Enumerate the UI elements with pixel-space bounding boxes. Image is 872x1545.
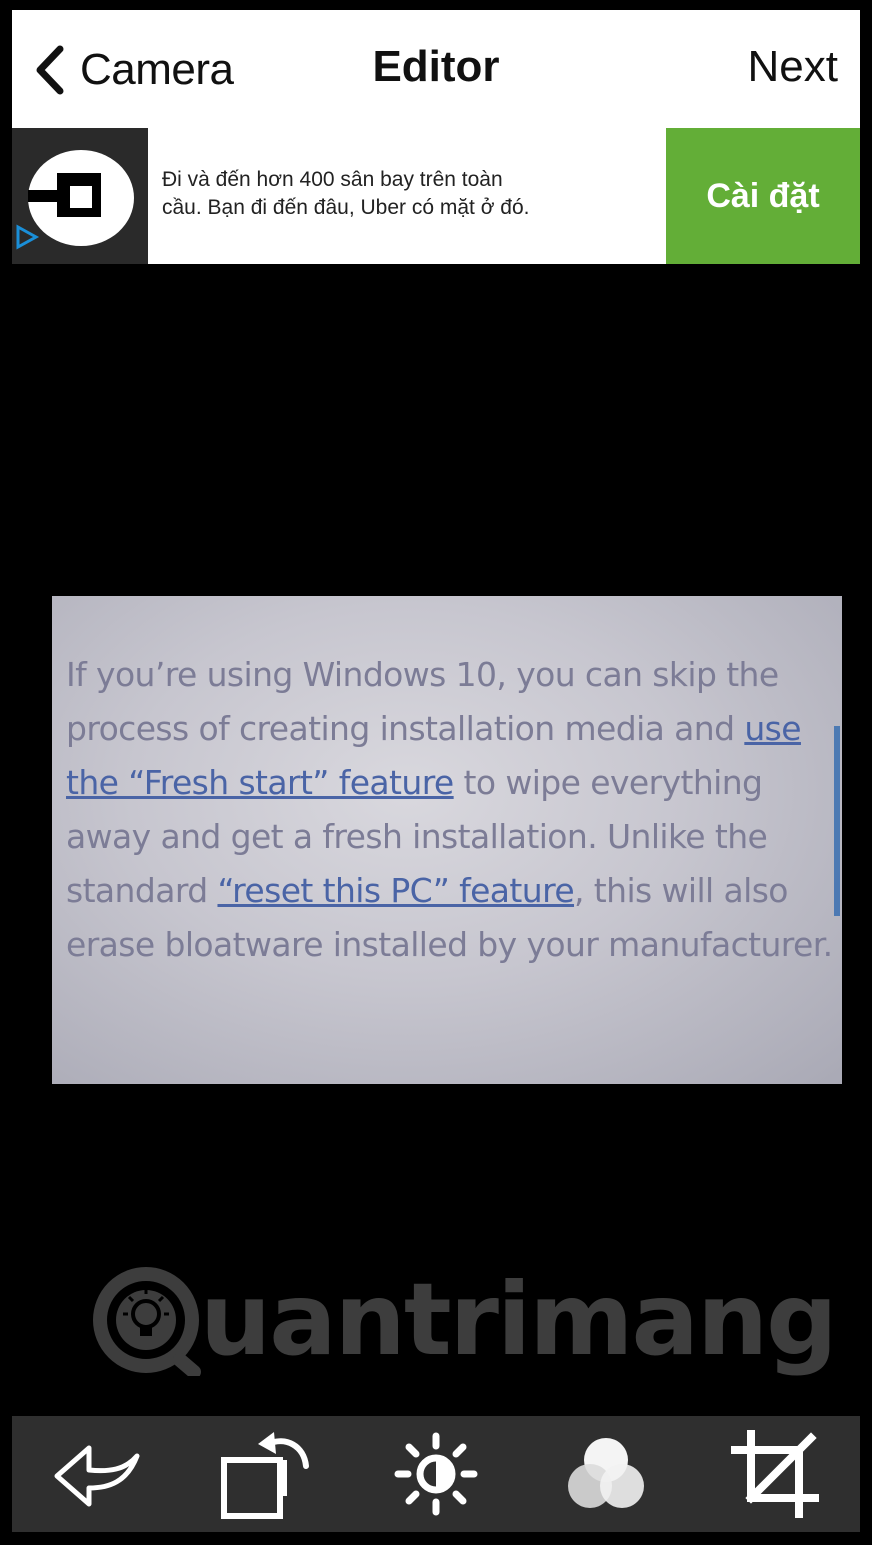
install-button[interactable]: Cài đặt [666, 128, 860, 264]
back-button-label: Camera [80, 45, 234, 94]
ad-text: Đi và đến hơn 400 sân bay trên toàn cầu.… [162, 166, 662, 222]
next-button[interactable]: Next [748, 42, 838, 92]
photo-scrollbar [834, 726, 840, 916]
editor-toolbar [12, 1416, 860, 1532]
ad-text-line: cầu. Bạn đi đến đâu, Uber có mặt ở đó. [162, 196, 530, 219]
brightness-icon [394, 1432, 478, 1516]
watermark-text: uantrimang [200, 1261, 838, 1378]
ad-banner[interactable]: Đi và đến hơn 400 sân bay trên toàn cầu.… [12, 128, 860, 264]
chevron-left-icon [36, 45, 64, 95]
undo-button[interactable] [42, 1424, 152, 1524]
crop-button[interactable] [720, 1424, 830, 1524]
crop-icon [731, 1430, 820, 1518]
ad-text-line: Đi và đến hơn 400 sân bay trên toàn [162, 168, 503, 191]
photo-canvas: If you’re using Windows 10, you can skip… [12, 264, 860, 1416]
filters-button[interactable] [551, 1424, 661, 1524]
rotate-button[interactable] [211, 1424, 321, 1524]
photo-link-reset-pc: “reset this PC” feature [217, 871, 575, 910]
quantrimang-logo-icon [93, 1267, 201, 1376]
photo-preview[interactable]: If you’re using Windows 10, you can skip… [52, 596, 842, 1084]
photo-text: If you’re using Windows 10, you can skip… [66, 648, 836, 972]
adchoices-icon[interactable] [14, 224, 40, 250]
uber-logo-icon [12, 128, 148, 264]
brightness-button[interactable] [381, 1424, 491, 1524]
nav-bar: Camera Editor Next [12, 10, 860, 128]
watermark: uantrimang [90, 1260, 838, 1380]
back-button[interactable]: Camera [34, 40, 234, 100]
rotate-icon [221, 1432, 310, 1519]
photo-text-segment: If you’re using Windows 10, you can skip… [66, 655, 779, 748]
undo-arrow-icon [54, 1445, 140, 1507]
filters-icon [567, 1438, 644, 1508]
